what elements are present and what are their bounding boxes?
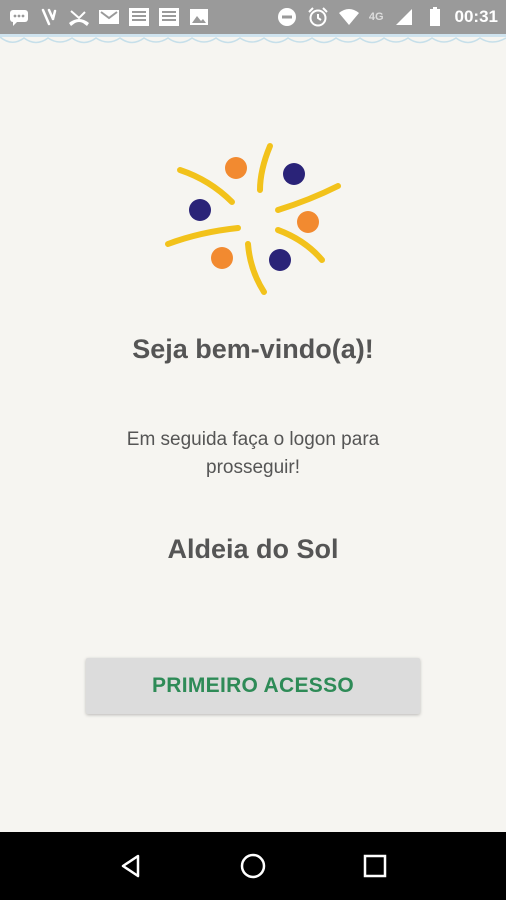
status-bar: 4G 00:31: [0, 0, 506, 34]
organization-name: Aldeia do Sol: [167, 534, 339, 564]
instruction-text: Em seguida faça o logon para prosseguir!: [126, 429, 380, 478]
recents-button[interactable]: [355, 846, 395, 886]
news-icon: [158, 7, 180, 27]
vibrate-icon: [38, 7, 60, 27]
clock: 00:31: [454, 7, 498, 26]
navigation-bar: [0, 832, 506, 900]
notification-icons: [8, 7, 210, 27]
wifi-icon: [338, 7, 360, 27]
cloud-decoration: [0, 34, 506, 48]
battery-icon: [424, 7, 446, 27]
image-icon: [188, 7, 210, 27]
chat-icon: [8, 7, 30, 27]
news-icon: [128, 7, 150, 27]
back-button[interactable]: [111, 846, 151, 886]
home-icon: [240, 853, 266, 879]
recents-icon: [363, 854, 387, 878]
back-icon: [121, 854, 140, 878]
system-icons: 4G 00:31: [276, 7, 498, 27]
network-type: 4G: [368, 11, 384, 23]
missed-call-icon: [68, 7, 90, 27]
do-not-disturb-icon: [276, 7, 298, 27]
alarm-icon: [307, 7, 329, 27]
welcome-heading: Seja bem-vindo(a)!: [132, 334, 374, 364]
home-button[interactable]: [233, 846, 273, 886]
first-access-button[interactable]: PRIMEIRO ACESSO: [86, 658, 420, 714]
signal-icon: [393, 7, 415, 27]
mail-icon: [98, 7, 120, 27]
app-logo: [160, 140, 348, 300]
main-content: Seja bem-vindo(a)! Em seguida faça o log…: [0, 48, 506, 832]
